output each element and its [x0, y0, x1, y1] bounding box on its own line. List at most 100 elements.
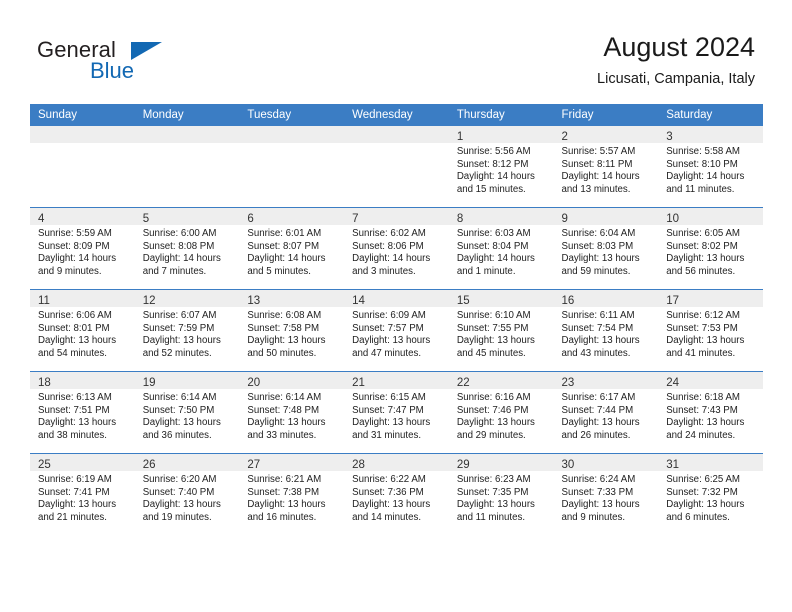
day-cell[interactable]: 25 Sunrise: 6:19 AM Sunset: 7:41 PM Dayligh… — [30, 454, 135, 535]
daylight-text-line1: Daylight: 13 hours — [666, 499, 745, 511]
day-cell[interactable]: 12 Sunrise: 6:07 AM Sunset: 7:59 PM Dayligh… — [134, 290, 240, 371]
sunset-text: Sunset: 7:33 PM — [561, 486, 634, 498]
daylight-text-line2: and 16 minutes. — [247, 511, 317, 523]
day-cell[interactable]: 3 Sunrise: 5:58 AM Sunset: 8:10 PM Daylight… — [658, 126, 763, 207]
day-cell[interactable]: 28 Sunrise: 6:22 AM Sunset: 7:36 PM Dayligh… — [344, 454, 449, 535]
day-cell[interactable]: 1 Sunrise: 5:56 AM Sunset: 8:12 PM Daylight… — [448, 126, 554, 207]
sunrise-text: Sunrise: 6:13 AM — [38, 392, 112, 403]
day-cell[interactable]: 20 Sunrise: 6:14 AM Sunset: 7:48 PM Dayligh… — [239, 372, 345, 453]
daylight-text-line1: Daylight: 13 hours — [142, 499, 221, 511]
day-cell[interactable]: 26 Sunrise: 6:20 AM Sunset: 7:40 PM Dayligh… — [134, 454, 240, 535]
calendar-cell: 8 Sunrise: 6:03 AM Sunset: 8:04 PM Daylight… — [448, 207, 554, 290]
sunrise-text: Sunrise: 6:09 AM — [352, 310, 426, 321]
day-number-bar: 31 — [658, 454, 763, 471]
day-cell-empty — [344, 126, 449, 207]
day-cell[interactable]: 14 Sunrise: 6:09 AM Sunset: 7:57 PM Dayligh… — [344, 290, 449, 371]
day-cell[interactable]: 27 Sunrise: 6:21 AM Sunset: 7:38 PM Dayligh… — [239, 454, 345, 535]
day-cell[interactable]: 22 Sunrise: 6:16 AM Sunset: 7:46 PM Dayligh… — [448, 372, 554, 453]
sunset-text: Sunset: 7:47 PM — [352, 404, 424, 416]
sunrise-text: Sunrise: 6:00 AM — [142, 228, 217, 239]
sunset-text: Sunset: 7:32 PM — [666, 486, 738, 498]
day-info: Sunrise: 6:05 AM Sunset: 8:02 PM Daylight:… — [658, 225, 763, 278]
day-cell[interactable]: 8 Sunrise: 6:03 AM Sunset: 8:04 PM Daylight… — [448, 208, 554, 289]
sunset-text: Sunset: 8:11 PM — [561, 158, 633, 170]
day-cell-empty — [134, 126, 240, 207]
day-cell[interactable]: 11 Sunrise: 6:06 AM Sunset: 8:01 PM Dayligh… — [30, 290, 135, 371]
daylight-text-line2: and 13 minutes. — [561, 183, 631, 195]
day-number-bar: 26 — [134, 454, 240, 471]
sunset-text: Sunset: 7:58 PM — [247, 322, 320, 334]
day-info: Sunrise: 6:19 AM Sunset: 7:41 PM Daylight:… — [30, 471, 135, 524]
day-cell[interactable]: 16 Sunrise: 6:11 AM Sunset: 7:54 PM Dayligh… — [553, 290, 659, 371]
daylight-text-line2: and 7 minutes. — [142, 265, 207, 277]
page-title: August 2024 — [603, 32, 755, 62]
weekday-header-saturday: Saturday — [658, 104, 763, 126]
brand-logo[interactable]: General Blue — [37, 38, 267, 86]
daylight-text-line1: Daylight: 13 hours — [38, 417, 117, 429]
day-info: Sunrise: 6:02 AM Sunset: 8:06 PM Daylight:… — [344, 225, 449, 278]
day-info: Sunrise: 6:07 AM Sunset: 7:59 PM Daylight:… — [135, 307, 240, 360]
sunset-text: Sunset: 7:43 PM — [666, 404, 738, 416]
day-cell[interactable]: 13 Sunrise: 6:08 AM Sunset: 7:58 PM Dayligh… — [239, 290, 345, 371]
sunrise-text: Sunrise: 6:14 AM — [247, 392, 322, 403]
day-number: 1 — [456, 131, 464, 143]
day-info: Sunrise: 5:57 AM Sunset: 8:11 PM Daylight:… — [554, 143, 659, 196]
day-info: Sunrise: 6:03 AM Sunset: 8:04 PM Daylight:… — [449, 225, 554, 278]
day-cell[interactable]: 24 Sunrise: 6:18 AM Sunset: 7:43 PM Dayligh… — [658, 372, 763, 453]
day-number: 22 — [456, 377, 470, 389]
day-cell[interactable]: 29 Sunrise: 6:23 AM Sunset: 7:35 PM Dayligh… — [448, 454, 554, 535]
day-cell[interactable]: 4 Sunrise: 5:59 AM Sunset: 8:09 PM Daylight… — [30, 208, 135, 289]
day-number: 16 — [561, 295, 575, 307]
daylight-text-line1: Daylight: 13 hours — [352, 417, 431, 429]
day-number: 15 — [456, 295, 470, 307]
day-cell[interactable]: 6 Sunrise: 6:01 AM Sunset: 8:07 PM Daylight… — [239, 208, 345, 289]
day-cell[interactable]: 9 Sunrise: 6:04 AM Sunset: 8:03 PM Daylight… — [553, 208, 659, 289]
day-info: Sunrise: 6:01 AM Sunset: 8:07 PM Daylight:… — [239, 225, 344, 278]
day-cell[interactable]: 5 Sunrise: 6:00 AM Sunset: 8:08 PM Daylight… — [134, 208, 240, 289]
day-cell[interactable]: 30 Sunrise: 6:24 AM Sunset: 7:33 PM Dayligh… — [553, 454, 659, 535]
sunset-text: Sunset: 7:54 PM — [561, 322, 634, 334]
day-cell[interactable]: 18 Sunrise: 6:13 AM Sunset: 7:51 PM Dayligh… — [30, 372, 135, 453]
day-cell[interactable]: 7 Sunrise: 6:02 AM Sunset: 8:06 PM Daylight… — [344, 208, 449, 289]
daylight-text-line1: Daylight: 13 hours — [352, 499, 431, 511]
daylight-text-line1: Daylight: 13 hours — [666, 417, 745, 429]
day-cell[interactable]: 10 Sunrise: 6:05 AM Sunset: 8:02 PM Dayligh… — [658, 208, 763, 289]
page-subtitle: Licusati, Campania, Italy — [597, 71, 755, 87]
day-info: Sunrise: 6:20 AM Sunset: 7:40 PM Daylight:… — [135, 471, 240, 524]
day-cell[interactable]: 31 Sunrise: 6:25 AM Sunset: 7:32 PM Dayligh… — [658, 454, 763, 535]
day-cell[interactable]: 19 Sunrise: 6:14 AM Sunset: 7:50 PM Dayligh… — [134, 372, 240, 453]
day-number-bar: 9 — [553, 208, 659, 225]
day-cell[interactable]: 23 Sunrise: 6:17 AM Sunset: 7:44 PM Dayligh… — [553, 372, 659, 453]
day-info: Sunrise: 6:17 AM Sunset: 7:44 PM Daylight:… — [554, 389, 659, 442]
day-cell[interactable]: 15 Sunrise: 6:10 AM Sunset: 7:55 PM Dayligh… — [448, 290, 554, 371]
day-cell[interactable]: 2 Sunrise: 5:57 AM Sunset: 8:11 PM Daylight… — [553, 126, 659, 207]
day-info: Sunrise: 6:14 AM Sunset: 7:48 PM Daylight:… — [239, 389, 344, 442]
calendar-cell: 22 Sunrise: 6:16 AM Sunset: 7:46 PM Dayligh… — [448, 371, 554, 454]
day-number-bar: 6 — [239, 208, 345, 225]
day-number-bar: 11 — [30, 290, 135, 307]
daylight-text-line2: and 29 minutes. — [456, 429, 526, 441]
daylight-text-line1: Daylight: 13 hours — [456, 335, 535, 347]
calendar-cell — [30, 126, 135, 208]
daylight-text-line2: and 50 minutes. — [247, 347, 317, 359]
weekday-header-sunday: Sunday — [30, 104, 135, 126]
calendar-cell: 15 Sunrise: 6:10 AM Sunset: 7:55 PM Dayligh… — [448, 289, 554, 372]
day-cell[interactable]: 17 Sunrise: 6:12 AM Sunset: 7:53 PM Dayligh… — [658, 290, 763, 371]
day-number: 12 — [142, 295, 156, 307]
page-masthead: General Blue August 2024 Licusati, Campa… — [0, 0, 792, 100]
daylight-text-line2: and 5 minutes. — [247, 265, 311, 277]
day-number: 7 — [352, 213, 359, 225]
day-number-bar: 10 — [658, 208, 763, 225]
calendar-cell: 28 Sunrise: 6:22 AM Sunset: 7:36 PM Dayligh… — [344, 453, 449, 535]
day-number: 28 — [352, 459, 365, 471]
calendar-cell: 21 Sunrise: 6:15 AM Sunset: 7:47 PM Dayligh… — [344, 371, 449, 454]
weekday-header-thursday: Thursday — [448, 104, 554, 126]
day-number: 23 — [561, 377, 575, 389]
day-number-bar: 22 — [448, 372, 554, 389]
sunrise-text: Sunrise: 5:56 AM — [456, 146, 531, 157]
daylight-text-line2: and 31 minutes. — [352, 429, 422, 441]
day-cell[interactable]: 21 Sunrise: 6:15 AM Sunset: 7:47 PM Dayligh… — [344, 372, 449, 453]
calendar-cell: 17 Sunrise: 6:12 AM Sunset: 7:53 PM Dayligh… — [658, 289, 763, 372]
day-number-bar: 3 — [658, 126, 763, 143]
calendar-cell: 27 Sunrise: 6:21 AM Sunset: 7:38 PM Dayligh… — [239, 453, 345, 535]
